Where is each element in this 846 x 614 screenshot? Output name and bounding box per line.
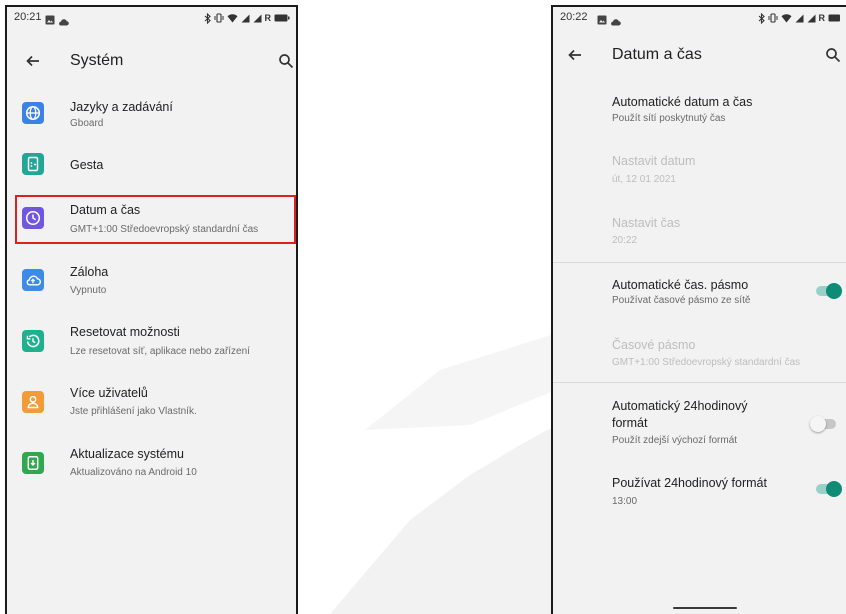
settings-item-system-update[interactable]: Aktualizace systému Aktualizováno na And… bbox=[7, 435, 296, 491]
item-title: Gesta bbox=[70, 158, 104, 172]
highlight-box bbox=[15, 195, 296, 244]
signal-strength-icon bbox=[253, 13, 262, 23]
roaming-indicator: R bbox=[264, 13, 272, 23]
status-bar: 20:21 R bbox=[7, 7, 296, 29]
item-title: Jazyky a zadávání bbox=[70, 100, 173, 114]
setting-time-zone[interactable]: Časové pásmo GMT+1:00 Středoevropský sta… bbox=[553, 325, 846, 380]
battery-icon bbox=[828, 14, 840, 22]
page-title: Systém bbox=[70, 52, 124, 69]
setting-auto-time-zone[interactable]: Automatické čas. pásmo Používat časové p… bbox=[553, 265, 846, 321]
item-subtitle: Lze resetovat síť, aplikace nebo zařízen… bbox=[70, 346, 250, 357]
settings-item-backup[interactable]: Záloha Vypnuto bbox=[7, 252, 296, 308]
section-divider bbox=[553, 262, 846, 263]
setting-title: Nastavit čas bbox=[612, 216, 681, 230]
setting-subtitle: Použít sítí poskytnutý čas bbox=[612, 113, 726, 124]
item-title: Aktualizace systému bbox=[70, 447, 184, 461]
user-icon bbox=[22, 391, 44, 413]
wifi-icon bbox=[227, 13, 238, 23]
item-title: Záloha bbox=[70, 265, 109, 279]
signal-strength-icon bbox=[795, 13, 804, 23]
wifi-icon bbox=[781, 13, 792, 23]
setting-title: Nastavit datum bbox=[612, 154, 696, 168]
setting-title: Používat 24hodinový formát bbox=[612, 476, 767, 490]
toggle-thumb bbox=[810, 416, 826, 432]
gesture-icon bbox=[22, 153, 44, 175]
setting-subtitle: Používat časové pásmo ze sítě bbox=[612, 295, 751, 306]
phone-screen-date-time: 20:22 R Datum a čas Automatické datum a … bbox=[551, 5, 846, 614]
auto-time-zone-toggle[interactable] bbox=[814, 283, 842, 299]
setting-subtitle: Použít zdejší výchozí formát bbox=[612, 435, 738, 446]
setting-set-date[interactable]: Nastavit datum út, 12 01 2021 bbox=[553, 139, 846, 197]
section-divider bbox=[553, 382, 846, 383]
item-subtitle: Aktualizováno na Android 10 bbox=[70, 467, 197, 478]
restore-icon bbox=[22, 330, 44, 352]
settings-item-languages[interactable]: Jazyky a zadávání Gboard bbox=[7, 87, 296, 139]
item-subtitle: Jste přihlášení jako Vlastník. bbox=[70, 406, 197, 417]
cloud-notification-icon bbox=[58, 13, 69, 31]
item-subtitle: Vypnuto bbox=[70, 285, 107, 296]
vibrate-icon bbox=[214, 13, 224, 23]
gallery-notification-icon bbox=[45, 12, 55, 30]
gesture-navigation-bar[interactable] bbox=[673, 607, 737, 609]
status-time: 20:21 bbox=[14, 11, 42, 23]
toggle-thumb bbox=[826, 283, 842, 299]
status-time: 20:22 bbox=[560, 11, 588, 23]
signal-strength-icon bbox=[807, 13, 816, 23]
settings-item-gestures[interactable]: Gesta bbox=[7, 140, 296, 190]
back-arrow-icon[interactable] bbox=[567, 47, 583, 63]
bluetooth-icon bbox=[204, 12, 211, 24]
status-indicators: R bbox=[758, 12, 840, 24]
toggle-thumb bbox=[826, 481, 842, 497]
settings-item-users[interactable]: Více uživatelů Jste přihlášení jako Vlas… bbox=[7, 374, 296, 430]
page-title: Datum a čas bbox=[612, 46, 702, 63]
item-title: Více uživatelů bbox=[70, 386, 148, 400]
back-arrow-icon[interactable] bbox=[25, 53, 41, 69]
search-icon[interactable] bbox=[278, 53, 294, 69]
status-indicators: R bbox=[204, 12, 291, 24]
setting-subtitle: 20:22 bbox=[612, 235, 638, 246]
cloud-backup-icon bbox=[22, 269, 44, 291]
system-update-icon bbox=[22, 452, 44, 474]
battery-icon bbox=[274, 14, 290, 22]
setting-title: Automatické čas. pásmo bbox=[612, 278, 749, 292]
setting-auto-24h-format[interactable]: Automatický 24hodinový formát Použít zde… bbox=[553, 385, 846, 455]
vibrate-icon bbox=[768, 13, 778, 23]
setting-use-24h-format[interactable]: Používat 24hodinový formát 13:00 bbox=[553, 463, 846, 519]
use-24h-format-toggle[interactable] bbox=[814, 481, 842, 497]
roaming-indicator: R bbox=[818, 13, 826, 23]
gallery-notification-icon bbox=[597, 12, 607, 30]
setting-subtitle: út, 12 01 2021 bbox=[612, 174, 676, 185]
item-subtitle: Gboard bbox=[70, 118, 104, 129]
search-icon[interactable] bbox=[825, 47, 841, 63]
setting-title: Časové pásmo bbox=[612, 338, 696, 352]
globe-icon bbox=[22, 102, 44, 124]
setting-subtitle: GMT+1:00 Středoevropský standardní čas bbox=[612, 357, 801, 368]
setting-set-time[interactable]: Nastavit čas 20:22 bbox=[553, 201, 846, 259]
phone-screen-system: 20:21 R Systém Jazyky a zadávání Gboard bbox=[5, 5, 298, 614]
auto-24h-format-toggle[interactable] bbox=[810, 416, 838, 432]
status-bar: 20:22 R bbox=[553, 7, 846, 29]
setting-auto-date-time[interactable]: Automatické datum a čas Použít sítí posk… bbox=[553, 79, 846, 135]
signal-strength-icon bbox=[241, 13, 250, 23]
settings-item-reset[interactable]: Resetovat možnosti Lze resetovat síť, ap… bbox=[7, 313, 296, 369]
bluetooth-icon bbox=[758, 12, 765, 24]
cloud-notification-icon bbox=[610, 13, 621, 31]
setting-title: Automatické datum a čas bbox=[612, 95, 753, 109]
setting-subtitle: 13:00 bbox=[612, 496, 638, 507]
setting-title: Automatický 24hodinový formát bbox=[612, 399, 748, 430]
item-title: Resetovat možnosti bbox=[70, 325, 180, 339]
